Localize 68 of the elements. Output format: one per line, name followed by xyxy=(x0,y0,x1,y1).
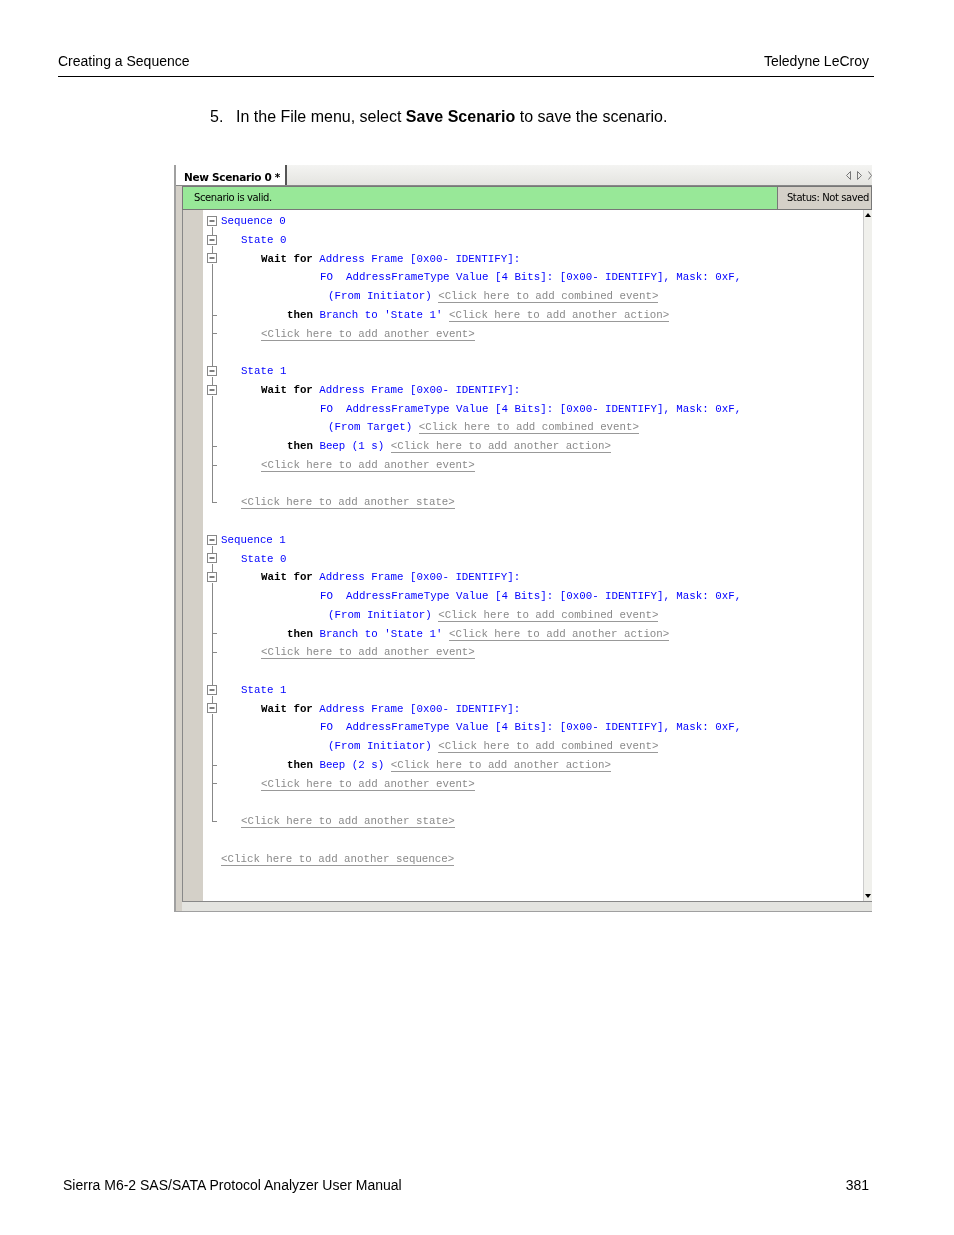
add-action-link[interactable]: <Click here to add another action> xyxy=(390,440,611,453)
event-frame: Address Frame [0x00- IDENTIFY]: xyxy=(319,571,521,584)
collapse-icon[interactable] xyxy=(207,553,218,565)
collapse-icon[interactable] xyxy=(207,384,218,396)
add-action-link[interactable]: <Click here to add another action> xyxy=(390,758,611,772)
state-label: State 1 xyxy=(241,683,287,696)
frame-field: FO AddressFrameType Value [4 Bits]: [0x00- IDENTIFY], Mask: 0xF, xyxy=(320,271,742,284)
collapse-icon[interactable] xyxy=(207,253,218,265)
frame-field: FO AddressFrameType Value [4 Bits]: [0x00- IDENTIFY], Mask: 0xF, xyxy=(320,402,742,415)
then-keyword: then xyxy=(287,758,313,771)
wait-keyword: Wait for xyxy=(261,702,313,715)
event-action: Beep (2 s) xyxy=(319,758,385,771)
add-combined-event-link[interactable]: <Click here to add combined event> xyxy=(438,740,659,753)
collapse-icon[interactable] xyxy=(207,572,218,584)
collapse-icon[interactable] xyxy=(207,234,218,246)
save-status: Status: Not saved xyxy=(776,187,871,209)
add-event-link[interactable]: <Click here to add another event> xyxy=(261,458,475,472)
wait-keyword: Wait for xyxy=(261,571,313,584)
page-number: 381 xyxy=(845,1176,869,1194)
then-keyword: then xyxy=(287,627,313,640)
event-frame: Address Frame [0x00- IDENTIFY]: xyxy=(319,383,521,396)
collapse-icon[interactable] xyxy=(207,215,218,227)
add-event-link[interactable]: <Click here to add another event> xyxy=(261,777,475,791)
add-combined-event-link[interactable]: <Click here to add combined event> xyxy=(438,608,659,622)
company-name: Teledyne LeCroy xyxy=(763,52,869,70)
scenario-tab[interactable]: New Scenario 0 * xyxy=(176,165,288,185)
event-source: (From Initiator) xyxy=(328,740,432,752)
wait-keyword: Wait for xyxy=(261,383,313,396)
state-label: State 1 xyxy=(241,365,287,377)
state-label: State 0 xyxy=(241,552,287,565)
event-source: (From Initiator) xyxy=(328,290,432,302)
add-combined-event-link[interactable]: <Click here to add combined event> xyxy=(438,290,659,303)
event-frame: Address Frame [0x00- IDENTIFY]: xyxy=(319,252,521,265)
frame-field: FO AddressFrameType Value [4 Bits]: [0x00- IDENTIFY], Mask: 0xF, xyxy=(320,590,742,602)
section-title: Creating a Sequence xyxy=(58,52,190,70)
event-action: Branch to 'State 1' xyxy=(319,627,443,640)
collapse-icon[interactable] xyxy=(207,534,218,546)
validation-message: Scenario is valid. xyxy=(183,187,777,209)
sequence-label: Sequence 1 xyxy=(221,533,286,546)
event-source: (From Target) xyxy=(328,421,413,434)
add-action-link[interactable]: <Click here to add another action> xyxy=(449,627,670,641)
add-sequence-link[interactable]: <Click here to add another sequence> xyxy=(221,852,455,866)
vertical-scrollbar[interactable] xyxy=(863,210,872,901)
sequence-label: Sequence 0 xyxy=(221,215,286,227)
then-keyword: then xyxy=(287,440,313,452)
then-keyword: then xyxy=(287,308,313,321)
collapse-icon[interactable] xyxy=(207,703,218,715)
event-source: (From Initiator) xyxy=(328,608,432,621)
add-state-link[interactable]: <Click here to add another state> xyxy=(241,815,455,828)
state-label: State 0 xyxy=(241,233,287,246)
close-icon[interactable] xyxy=(868,170,872,180)
scroll-right-icon[interactable] xyxy=(857,170,862,180)
add-combined-event-link[interactable]: <Click here to add combined event> xyxy=(418,421,639,435)
wait-keyword: Wait for xyxy=(261,252,313,265)
event-action: Branch to 'State 1' xyxy=(319,308,443,321)
frame-field: FO AddressFrameType Value [4 Bits]: [0x00- IDENTIFY], Mask: 0xF, xyxy=(320,721,742,734)
add-state-link[interactable]: <Click here to add another state> xyxy=(241,496,455,510)
collapse-icon[interactable] xyxy=(207,684,218,696)
event-frame: Address Frame [0x00- IDENTIFY]: xyxy=(319,702,521,715)
step-instruction: In the File menu, select Save Scenario to save the scenario. xyxy=(236,107,668,127)
step-number: 5. xyxy=(210,107,225,127)
manual-title: Sierra M6-2 SAS/SATA Protocol Analyzer User Manual xyxy=(63,1176,402,1194)
scroll-left-icon[interactable] xyxy=(846,170,851,180)
add-event-link[interactable]: <Click here to add another event> xyxy=(261,646,475,660)
add-action-link[interactable]: <Click here to add another action> xyxy=(449,308,670,322)
add-event-link[interactable]: <Click here to add another event> xyxy=(261,327,475,341)
event-action: Beep (1 s) xyxy=(319,440,385,452)
collapse-icon[interactable] xyxy=(207,365,218,377)
